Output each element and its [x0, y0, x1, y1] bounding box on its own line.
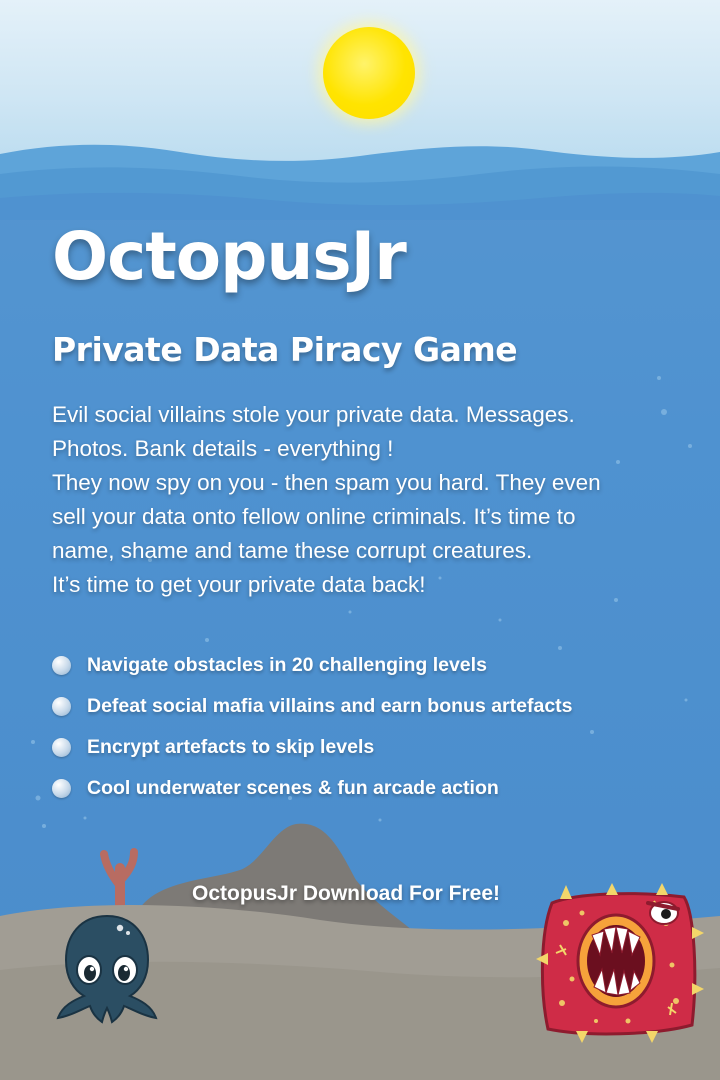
description-line: Evil social villains stole your private …: [52, 402, 575, 427]
red-monster-character: [536, 883, 704, 1043]
feature-text: Cool underwater scenes & fun arcade acti…: [87, 777, 499, 799]
game-promo-screen: OctopusJr Private Data Piracy Game Evil …: [0, 0, 720, 1080]
game-title: OctopusJr: [52, 218, 407, 295]
description-line: name, shame and tame these corrupt creat…: [52, 538, 533, 563]
download-button[interactable]: OctopusJr Download For Free!: [192, 882, 500, 906]
game-description: Evil social villains stole your private …: [52, 398, 692, 602]
feature-item: Defeat social mafia villains and earn bo…: [52, 686, 573, 727]
description-line: Photos. Bank details - everything !: [52, 436, 394, 461]
game-subtitle: Private Data Piracy Game: [52, 330, 518, 369]
octopus-character: [56, 914, 158, 1024]
feature-item: Navigate obstacles in 20 challenging lev…: [52, 645, 573, 686]
feature-text: Defeat social mafia villains and earn bo…: [87, 695, 573, 717]
description-line: It’s time to get your private data back!: [52, 572, 426, 597]
feature-item: Encrypt artefacts to skip levels: [52, 727, 573, 768]
description-line: They now spy on you - then spam you hard…: [52, 470, 601, 495]
description-line: sell your data onto fellow online crimin…: [52, 504, 576, 529]
bubble-bullet-icon: [52, 738, 71, 757]
bubble-bullet-icon: [52, 697, 71, 716]
feature-item: Cool underwater scenes & fun arcade acti…: [52, 768, 573, 809]
bubble-bullet-icon: [52, 656, 71, 675]
bubble-bullet-icon: [52, 779, 71, 798]
feature-text: Encrypt artefacts to skip levels: [87, 736, 375, 758]
feature-list: Navigate obstacles in 20 challenging lev…: [52, 645, 573, 809]
feature-text: Navigate obstacles in 20 challenging lev…: [87, 654, 487, 676]
